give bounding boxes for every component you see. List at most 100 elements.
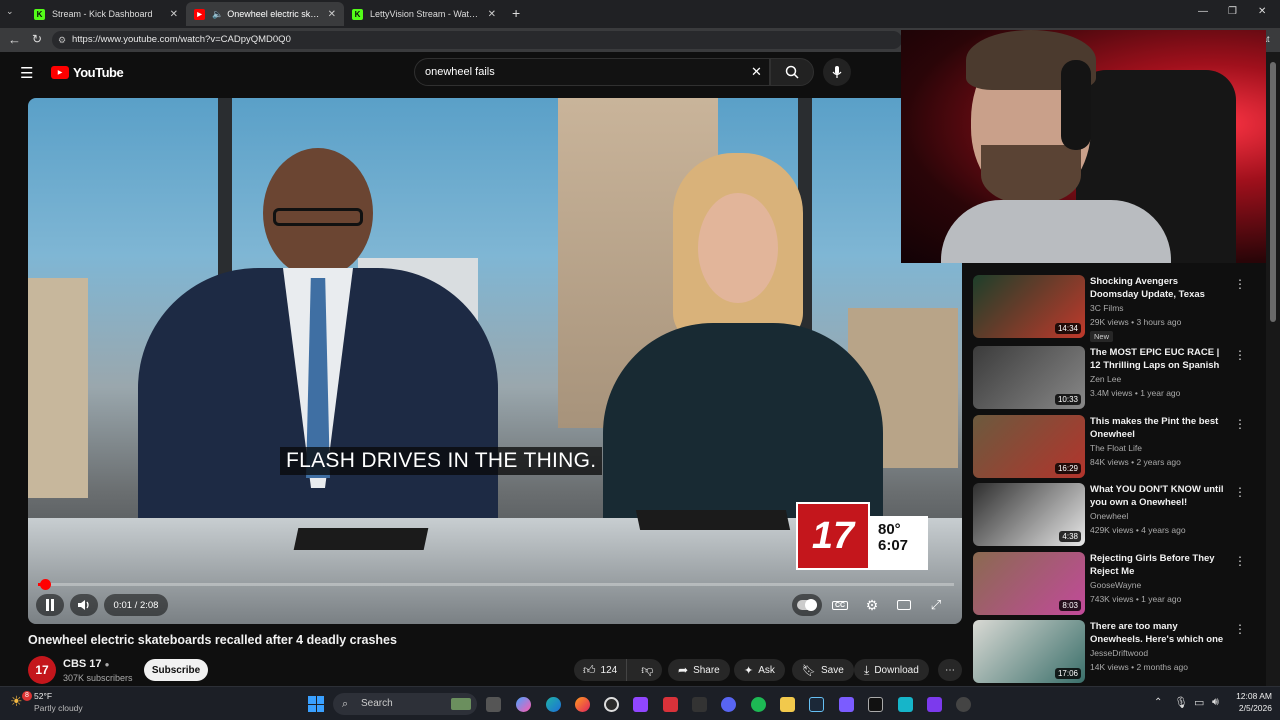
spotify-icon[interactable] (751, 697, 766, 712)
minimize-icon[interactable]: — (1198, 6, 1208, 17)
share-button[interactable]: ➦ Share (668, 659, 730, 681)
video-thumbnail[interactable]: 4:38 (973, 483, 1085, 546)
twitch-icon[interactable] (633, 697, 648, 712)
recommendation-title[interactable]: What YOU DON'T KNOW until you own a Onew… (1090, 483, 1228, 509)
tab-youtube-video[interactable]: ▶ 🔈 Onewheel electric skateboard ✕ (186, 2, 344, 26)
subscribe-button[interactable]: Subscribe (144, 659, 208, 681)
search-input[interactable]: onewheel fails ✕ (414, 58, 770, 86)
share-label: Share (693, 664, 720, 676)
search-button[interactable] (770, 58, 814, 86)
recommendation-item[interactable]: 17:06 There are too many Onewheels. Here'… (966, 620, 1256, 684)
video-player[interactable]: FLASH DRIVES IN THE THING. 17 80° 6:07 (28, 98, 962, 624)
theater-mode-button[interactable] (893, 594, 915, 616)
app-teal-icon[interactable] (898, 697, 913, 712)
video-thumbnail[interactable]: 16:29 (973, 415, 1085, 478)
recommendation-item[interactable]: 4:38 What YOU DON'T KNOW until you own a … (966, 483, 1256, 547)
subtitles-button[interactable]: CC (830, 594, 850, 616)
display-icon[interactable]: ▭ (1194, 696, 1204, 709)
firefox-icon[interactable] (575, 697, 590, 712)
app-purple-icon[interactable] (839, 697, 854, 712)
task-view-icon[interactable] (486, 697, 501, 712)
menu-icon[interactable]: ☰ (20, 64, 33, 82)
clear-search-icon[interactable]: ✕ (751, 59, 762, 85)
url-field[interactable]: ⚙ https://www.youtube.com/watch?v=CADpyQ… (52, 31, 902, 49)
more-vert-icon[interactable]: ⋮ (1234, 417, 1246, 431)
close-tab-icon[interactable]: ✕ (170, 9, 178, 20)
youtube-logo[interactable]: ▶ YouTube (51, 65, 124, 80)
save-button[interactable]: 🔖︎ Save (792, 659, 854, 681)
app-red-icon[interactable] (663, 697, 678, 712)
taskbar-search[interactable]: ⌕ Search (333, 693, 477, 715)
kick-icon: K (34, 8, 45, 20)
more-vert-icon[interactable]: ⋮ (1234, 485, 1246, 499)
recommendation-title[interactable]: The MOST EPIC EUC RACE | 12 Thrilling La… (1090, 346, 1228, 372)
recommendation-channel[interactable]: The Float Life (1090, 443, 1142, 453)
edge-icon[interactable] (546, 697, 561, 712)
more-actions-button[interactable]: ⋯ (938, 659, 962, 681)
video-thumbnail[interactable]: 10:33 (973, 346, 1085, 409)
ask-button[interactable]: ✦ Ask (734, 659, 785, 681)
folder-icon[interactable] (780, 697, 795, 712)
volume-button[interactable] (70, 594, 98, 616)
video-thumbnail[interactable]: 14:34 (973, 275, 1085, 338)
progress-bar[interactable] (38, 579, 954, 590)
dislike-button[interactable]: 👎︎ (632, 659, 662, 681)
recommendation-channel[interactable]: 3C Films (1090, 303, 1124, 313)
scrollbar-thumb[interactable] (1270, 62, 1276, 322)
recommendation-channel[interactable]: Zen Lee (1090, 374, 1121, 384)
recommendation-channel[interactable]: JesseDriftwood (1090, 648, 1148, 658)
close-tab-icon[interactable]: ✕ (488, 9, 496, 20)
settings-button[interactable]: ⚙ (862, 594, 882, 616)
clock[interactable]: 12:08 AM 2/5/2026 (1230, 691, 1272, 713)
more-vert-icon[interactable]: ⋮ (1234, 622, 1246, 636)
fx-icon[interactable] (927, 697, 942, 712)
close-tab-icon[interactable]: ✕ (328, 9, 336, 20)
voice-search-button[interactable] (823, 58, 851, 86)
play-pause-button[interactable] (36, 594, 64, 616)
app-logo-icon[interactable] (956, 697, 971, 712)
recommendation-title[interactable]: This makes the Pint the best Onewheel (1090, 415, 1228, 441)
more-vert-icon[interactable]: ⋮ (1234, 554, 1246, 568)
discord-icon[interactable] (721, 697, 736, 712)
app-dark-icon[interactable] (692, 697, 707, 712)
tab-lettyvision[interactable]: K LettyVision Stream - Watch Live on ✕ (344, 2, 504, 26)
fullscreen-button[interactable]: ⤢ (926, 594, 946, 616)
video-thumbnail[interactable]: 8:03 (973, 552, 1085, 615)
recommendation-channel[interactable]: GooseWayne (1090, 580, 1141, 590)
system-tray-chevron-icon[interactable]: ⌃ (1154, 697, 1162, 708)
recommendation-item[interactable]: 10:33 The MOST EPIC EUC RACE | 12 Thrilli… (966, 346, 1256, 410)
channel-name[interactable]: CBS 17 ● (63, 658, 109, 670)
steam-icon[interactable] (809, 697, 824, 712)
reload-icon[interactable]: ↻ (32, 32, 42, 46)
microphone-tray-icon[interactable]: 🎙︎ (1174, 696, 1188, 709)
obs-icon[interactable] (604, 697, 619, 712)
theater-icon (897, 600, 911, 610)
speaker-icon[interactable]: 🔈 (212, 9, 223, 20)
volume-tray-icon[interactable]: 🔊︎ (1212, 696, 1219, 709)
restore-icon[interactable]: ❐ (1228, 6, 1237, 17)
tab-list-button[interactable]: ⌄ (6, 6, 20, 20)
recommendation-item[interactable]: 14:34 Shocking Avengers Doomsday Update, … (966, 275, 1256, 342)
back-icon[interactable]: ← (8, 32, 21, 47)
download-button[interactable]: ⤓ Download (854, 659, 929, 681)
recommendation-channel[interactable]: Onewheel (1090, 511, 1128, 521)
new-tab-button[interactable]: + (512, 5, 520, 21)
site-info-icon[interactable]: ⚙ (58, 31, 66, 49)
more-vert-icon[interactable]: ⋮ (1234, 277, 1246, 291)
video-thumbnail[interactable]: 17:06 (973, 620, 1085, 683)
recommendation-title[interactable]: Shocking Avengers Doomsday Update, Texas… (1090, 275, 1228, 301)
start-button[interactable] (308, 696, 324, 712)
page-scrollbar[interactable] (1266, 52, 1280, 686)
recommendation-item[interactable]: 8:03 Rejecting Girls Before They Reject M… (966, 552, 1256, 616)
recommendation-title[interactable]: Rejecting Girls Before They Reject Me (1090, 552, 1228, 578)
channel-avatar[interactable]: 17 (28, 656, 56, 684)
recommendation-item[interactable]: 16:29 This makes the Pint the best Onewhe… (966, 415, 1256, 479)
app-black-icon[interactable] (868, 697, 883, 712)
autoplay-toggle[interactable] (792, 594, 822, 616)
like-button[interactable]: 👍︎ 124 (574, 659, 628, 681)
tab-kick-dashboard[interactable]: K Stream - Kick Dashboard ✕ (26, 2, 186, 26)
more-vert-icon[interactable]: ⋮ (1234, 348, 1246, 362)
copilot-icon[interactable] (516, 697, 531, 712)
close-window-icon[interactable]: ✕ (1258, 6, 1266, 17)
recommendation-title[interactable]: There are too many Onewheels. Here's whi… (1090, 620, 1228, 646)
